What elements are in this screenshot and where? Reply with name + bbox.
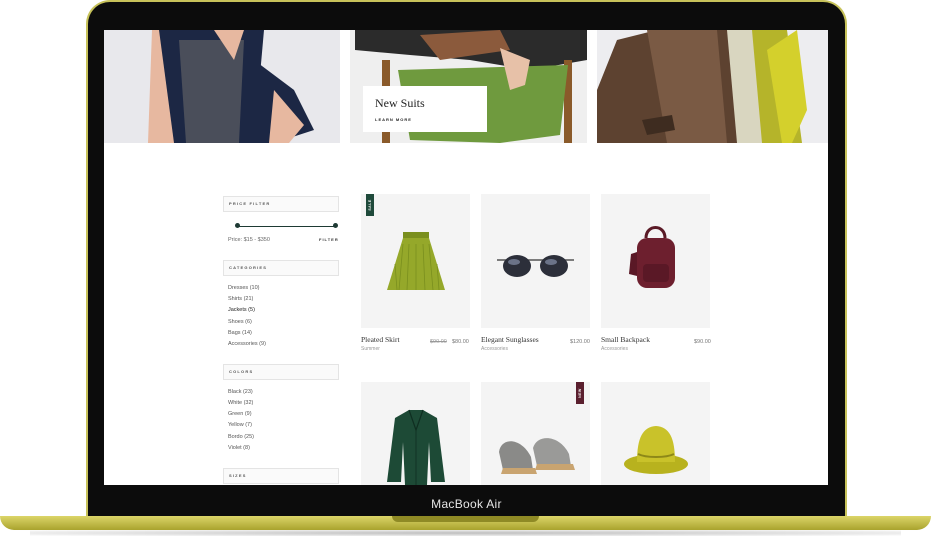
category-item-jackets[interactable]: Jackets (5) <box>228 307 255 313</box>
sale-badge: SALE <box>366 194 374 216</box>
price-range-track[interactable] <box>237 226 335 227</box>
device-brand-label: MacBook Air <box>431 497 502 511</box>
sizes-heading-box: SIZES <box>223 468 339 484</box>
price-range-max-handle[interactable] <box>333 223 338 228</box>
webpage-screen: New Suits LEARN MORE PRICE FILTER Price:… <box>104 30 828 485</box>
product-category: Accessories <box>481 346 508 352</box>
colors-heading: COLORS <box>229 369 254 374</box>
product-price: $80.00 <box>452 339 469 345</box>
laptop-shadow <box>30 530 901 536</box>
categories-heading: CATEGORIES <box>229 265 268 270</box>
sunglasses-icon <box>497 255 574 277</box>
categories-heading-box: CATEGORIES <box>223 260 339 276</box>
skirt-icon <box>387 232 445 291</box>
product-card-image[interactable] <box>361 382 470 485</box>
model-blazer-image <box>104 30 340 143</box>
color-item-green[interactable]: Green (9) <box>228 411 252 417</box>
product-card-image[interactable] <box>481 382 590 485</box>
promo-card[interactable]: New Suits LEARN MORE <box>363 86 487 132</box>
colors-heading-box: COLORS <box>223 364 339 380</box>
hero-banner-right[interactable] <box>597 30 828 143</box>
category-item-bags[interactable]: Bags (14) <box>228 330 252 336</box>
new-badge: NEW <box>576 382 584 404</box>
espadrilles-icon <box>499 438 575 474</box>
color-item-yellow[interactable]: Yellow (7) <box>228 422 252 428</box>
model-jacket-image <box>597 30 828 143</box>
category-item-shirts[interactable]: Shirts (21) <box>228 296 253 302</box>
price-filter-heading-box: PRICE FILTER <box>223 196 339 212</box>
leather-jacket-icon <box>387 409 445 485</box>
color-item-black[interactable]: Black (23) <box>228 389 253 395</box>
price-filter-heading: PRICE FILTER <box>229 201 271 206</box>
price-range-label: Price: $15 - $350 <box>228 237 270 243</box>
laptop-base-notch <box>392 516 539 522</box>
product-card-image[interactable] <box>481 194 590 328</box>
product-price: $120.00 <box>570 339 590 345</box>
learn-more-link[interactable]: LEARN MORE <box>375 117 412 122</box>
filter-button[interactable]: FILTER <box>319 237 339 242</box>
product-name[interactable]: Pleated Skirt <box>361 335 400 344</box>
backpack-icon <box>629 226 675 288</box>
product-name[interactable]: Elegant Sunglasses <box>481 335 539 344</box>
product-category: Accessories <box>601 346 628 352</box>
category-item-accessories[interactable]: Accessories (9) <box>228 341 266 347</box>
product-price: $90.00 <box>694 339 711 345</box>
color-item-violet[interactable]: Violet (8) <box>228 445 250 451</box>
product-card-image[interactable] <box>361 194 470 328</box>
color-item-bordo[interactable]: Bordo (25) <box>228 434 254 440</box>
hero-banner-left[interactable] <box>104 30 340 143</box>
product-category: Summer <box>361 346 380 352</box>
category-item-shoes[interactable]: Shoes (6) <box>228 319 252 325</box>
color-item-white[interactable]: White (32) <box>228 400 253 406</box>
price-range-min-handle[interactable] <box>235 223 240 228</box>
hat-icon <box>624 426 688 474</box>
product-old-price: $90.00 <box>430 339 447 345</box>
product-card-image[interactable] <box>601 194 710 328</box>
sizes-heading: SIZES <box>229 473 247 478</box>
product-name[interactable]: Small Backpack <box>601 335 650 344</box>
category-item-dresses[interactable]: Dresses (10) <box>228 285 259 291</box>
promo-title: New Suits <box>375 96 425 110</box>
product-card-image[interactable] <box>601 382 710 485</box>
